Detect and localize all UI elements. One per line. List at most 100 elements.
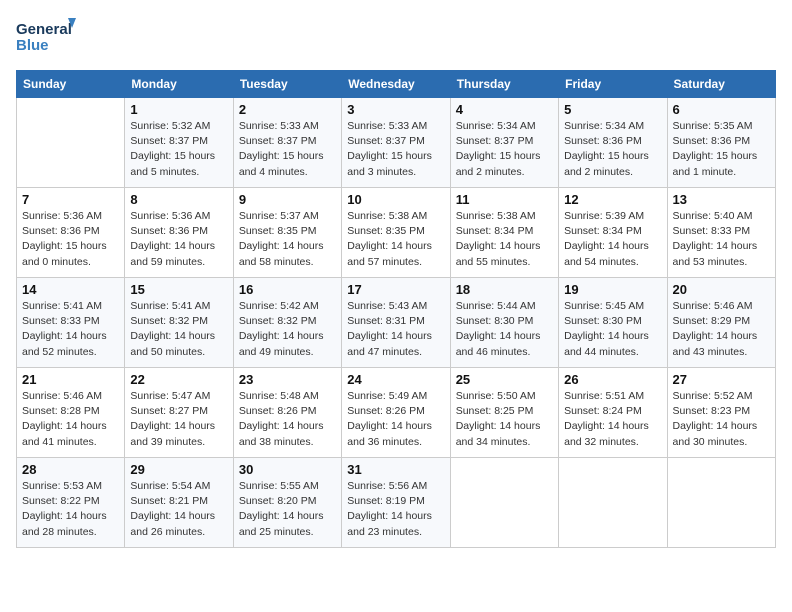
calendar-cell: 21Sunrise: 5:46 AM Sunset: 8:28 PM Dayli… <box>17 368 125 458</box>
calendar-cell: 8 Sunrise: 5:36 AM Sunset: 8:36 PM Daylig… <box>125 188 233 278</box>
day-number: 3 <box>347 102 444 117</box>
calendar-week-3: 14 Sunrise: 5:41 AM Sunset: 8:33 PM Dayli… <box>17 278 776 368</box>
calendar-cell: 1 Sunrise: 5:32 AM Sunset: 8:37 PM Daylig… <box>125 98 233 188</box>
calendar-week-4: 21Sunrise: 5:46 AM Sunset: 8:28 PM Dayli… <box>17 368 776 458</box>
day-info: Sunrise: 5:41 AM Sunset: 8:33 PM Dayligh… <box>22 299 119 360</box>
calendar-cell: 15Sunrise: 5:41 AM Sunset: 8:32 PM Dayli… <box>125 278 233 368</box>
calendar-cell: 25 Sunrise: 5:50 AM Sunset: 8:25 PM Dayli… <box>450 368 558 458</box>
calendar-cell: 29Sunrise: 5:54 AM Sunset: 8:21 PM Dayli… <box>125 458 233 548</box>
day-info: Sunrise: 5:50 AM Sunset: 8:25 PM Dayligh… <box>456 389 553 450</box>
day-number: 13 <box>673 192 770 207</box>
calendar-cell: 22Sunrise: 5:47 AM Sunset: 8:27 PM Dayli… <box>125 368 233 458</box>
day-info: Sunrise: 5:32 AM Sunset: 8:37 PM Dayligh… <box>130 119 227 180</box>
weekday-header-saturday: Saturday <box>667 71 775 98</box>
calendar-week-5: 28 Sunrise: 5:53 AM Sunset: 8:22 PM Dayli… <box>17 458 776 548</box>
day-number: 10 <box>347 192 444 207</box>
calendar-cell: 9 Sunrise: 5:37 AM Sunset: 8:35 PM Daylig… <box>233 188 341 278</box>
day-info: Sunrise: 5:48 AM Sunset: 8:26 PM Dayligh… <box>239 389 336 450</box>
svg-text:General: General <box>16 21 72 38</box>
day-number: 12 <box>564 192 661 207</box>
weekday-header-sunday: Sunday <box>17 71 125 98</box>
page-header: General Blue <box>16 16 776 58</box>
day-number: 19 <box>564 282 661 297</box>
day-number: 26 <box>564 372 661 387</box>
calendar-cell: 10 Sunrise: 5:38 AM Sunset: 8:35 PM Dayli… <box>342 188 450 278</box>
calendar-cell: 16Sunrise: 5:42 AM Sunset: 8:32 PM Dayli… <box>233 278 341 368</box>
day-info: Sunrise: 5:43 AM Sunset: 8:31 PM Dayligh… <box>347 299 444 360</box>
day-info: Sunrise: 5:36 AM Sunset: 8:36 PM Dayligh… <box>22 209 119 270</box>
day-number: 7 <box>22 192 119 207</box>
day-number: 23 <box>239 372 336 387</box>
day-info: Sunrise: 5:55 AM Sunset: 8:20 PM Dayligh… <box>239 479 336 540</box>
day-info: Sunrise: 5:47 AM Sunset: 8:27 PM Dayligh… <box>130 389 227 450</box>
calendar-cell: 23 Sunrise: 5:48 AM Sunset: 8:26 PM Dayli… <box>233 368 341 458</box>
weekday-header-monday: Monday <box>125 71 233 98</box>
calendar-cell: 19 Sunrise: 5:45 AM Sunset: 8:30 PM Dayli… <box>559 278 667 368</box>
calendar-cell: 5 Sunrise: 5:34 AM Sunset: 8:36 PM Daylig… <box>559 98 667 188</box>
day-number: 5 <box>564 102 661 117</box>
day-number: 15 <box>130 282 227 297</box>
weekday-header-friday: Friday <box>559 71 667 98</box>
calendar-cell: 26 Sunrise: 5:51 AM Sunset: 8:24 PM Dayli… <box>559 368 667 458</box>
calendar-cell: 6 Sunrise: 5:35 AM Sunset: 8:36 PM Daylig… <box>667 98 775 188</box>
day-number: 11 <box>456 192 553 207</box>
day-number: 18 <box>456 282 553 297</box>
day-info: Sunrise: 5:40 AM Sunset: 8:33 PM Dayligh… <box>673 209 770 270</box>
day-number: 8 <box>130 192 227 207</box>
day-info: Sunrise: 5:38 AM Sunset: 8:35 PM Dayligh… <box>347 209 444 270</box>
day-info: Sunrise: 5:53 AM Sunset: 8:22 PM Dayligh… <box>22 479 119 540</box>
calendar-table: SundayMondayTuesdayWednesdayThursdayFrid… <box>16 70 776 548</box>
svg-text:Blue: Blue <box>16 37 49 54</box>
day-info: Sunrise: 5:46 AM Sunset: 8:29 PM Dayligh… <box>673 299 770 360</box>
day-number: 2 <box>239 102 336 117</box>
day-info: Sunrise: 5:39 AM Sunset: 8:34 PM Dayligh… <box>564 209 661 270</box>
calendar-cell: 12 Sunrise: 5:39 AM Sunset: 8:34 PM Dayli… <box>559 188 667 278</box>
calendar-cell: 14 Sunrise: 5:41 AM Sunset: 8:33 PM Dayli… <box>17 278 125 368</box>
day-number: 9 <box>239 192 336 207</box>
day-info: Sunrise: 5:34 AM Sunset: 8:36 PM Dayligh… <box>564 119 661 180</box>
calendar-week-2: 7 Sunrise: 5:36 AM Sunset: 8:36 PM Daylig… <box>17 188 776 278</box>
calendar-cell: 3 Sunrise: 5:33 AM Sunset: 8:37 PM Daylig… <box>342 98 450 188</box>
day-number: 1 <box>130 102 227 117</box>
calendar-header: SundayMondayTuesdayWednesdayThursdayFrid… <box>17 71 776 98</box>
day-info: Sunrise: 5:49 AM Sunset: 8:26 PM Dayligh… <box>347 389 444 450</box>
day-info: Sunrise: 5:33 AM Sunset: 8:37 PM Dayligh… <box>347 119 444 180</box>
day-number: 6 <box>673 102 770 117</box>
calendar-cell: 17Sunrise: 5:43 AM Sunset: 8:31 PM Dayli… <box>342 278 450 368</box>
calendar-cell <box>559 458 667 548</box>
calendar-cell: 28 Sunrise: 5:53 AM Sunset: 8:22 PM Dayli… <box>17 458 125 548</box>
weekday-header-tuesday: Tuesday <box>233 71 341 98</box>
day-info: Sunrise: 5:46 AM Sunset: 8:28 PM Dayligh… <box>22 389 119 450</box>
day-number: 27 <box>673 372 770 387</box>
weekday-header-thursday: Thursday <box>450 71 558 98</box>
calendar-cell: 20 Sunrise: 5:46 AM Sunset: 8:29 PM Dayli… <box>667 278 775 368</box>
day-info: Sunrise: 5:36 AM Sunset: 8:36 PM Dayligh… <box>130 209 227 270</box>
calendar-cell: 13 Sunrise: 5:40 AM Sunset: 8:33 PM Dayli… <box>667 188 775 278</box>
calendar-cell: 30Sunrise: 5:55 AM Sunset: 8:20 PM Dayli… <box>233 458 341 548</box>
weekday-header-row: SundayMondayTuesdayWednesdayThursdayFrid… <box>17 71 776 98</box>
day-info: Sunrise: 5:42 AM Sunset: 8:32 PM Dayligh… <box>239 299 336 360</box>
calendar-cell <box>667 458 775 548</box>
weekday-header-wednesday: Wednesday <box>342 71 450 98</box>
day-info: Sunrise: 5:52 AM Sunset: 8:23 PM Dayligh… <box>673 389 770 450</box>
day-info: Sunrise: 5:34 AM Sunset: 8:37 PM Dayligh… <box>456 119 553 180</box>
calendar-cell: 24 Sunrise: 5:49 AM Sunset: 8:26 PM Dayli… <box>342 368 450 458</box>
day-number: 14 <box>22 282 119 297</box>
day-number: 28 <box>22 462 119 477</box>
day-info: Sunrise: 5:54 AM Sunset: 8:21 PM Dayligh… <box>130 479 227 540</box>
calendar-cell: 27 Sunrise: 5:52 AM Sunset: 8:23 PM Dayli… <box>667 368 775 458</box>
day-info: Sunrise: 5:37 AM Sunset: 8:35 PM Dayligh… <box>239 209 336 270</box>
day-number: 25 <box>456 372 553 387</box>
calendar-week-1: 1 Sunrise: 5:32 AM Sunset: 8:37 PM Daylig… <box>17 98 776 188</box>
calendar-cell: 18Sunrise: 5:44 AM Sunset: 8:30 PM Dayli… <box>450 278 558 368</box>
calendar-body: 1 Sunrise: 5:32 AM Sunset: 8:37 PM Daylig… <box>17 98 776 548</box>
day-number: 24 <box>347 372 444 387</box>
day-info: Sunrise: 5:51 AM Sunset: 8:24 PM Dayligh… <box>564 389 661 450</box>
day-info: Sunrise: 5:45 AM Sunset: 8:30 PM Dayligh… <box>564 299 661 360</box>
day-info: Sunrise: 5:56 AM Sunset: 8:19 PM Dayligh… <box>347 479 444 540</box>
calendar-cell <box>17 98 125 188</box>
day-info: Sunrise: 5:35 AM Sunset: 8:36 PM Dayligh… <box>673 119 770 180</box>
calendar-cell: 31Sunrise: 5:56 AM Sunset: 8:19 PM Dayli… <box>342 458 450 548</box>
calendar-cell: 11Sunrise: 5:38 AM Sunset: 8:34 PM Dayli… <box>450 188 558 278</box>
day-number: 20 <box>673 282 770 297</box>
